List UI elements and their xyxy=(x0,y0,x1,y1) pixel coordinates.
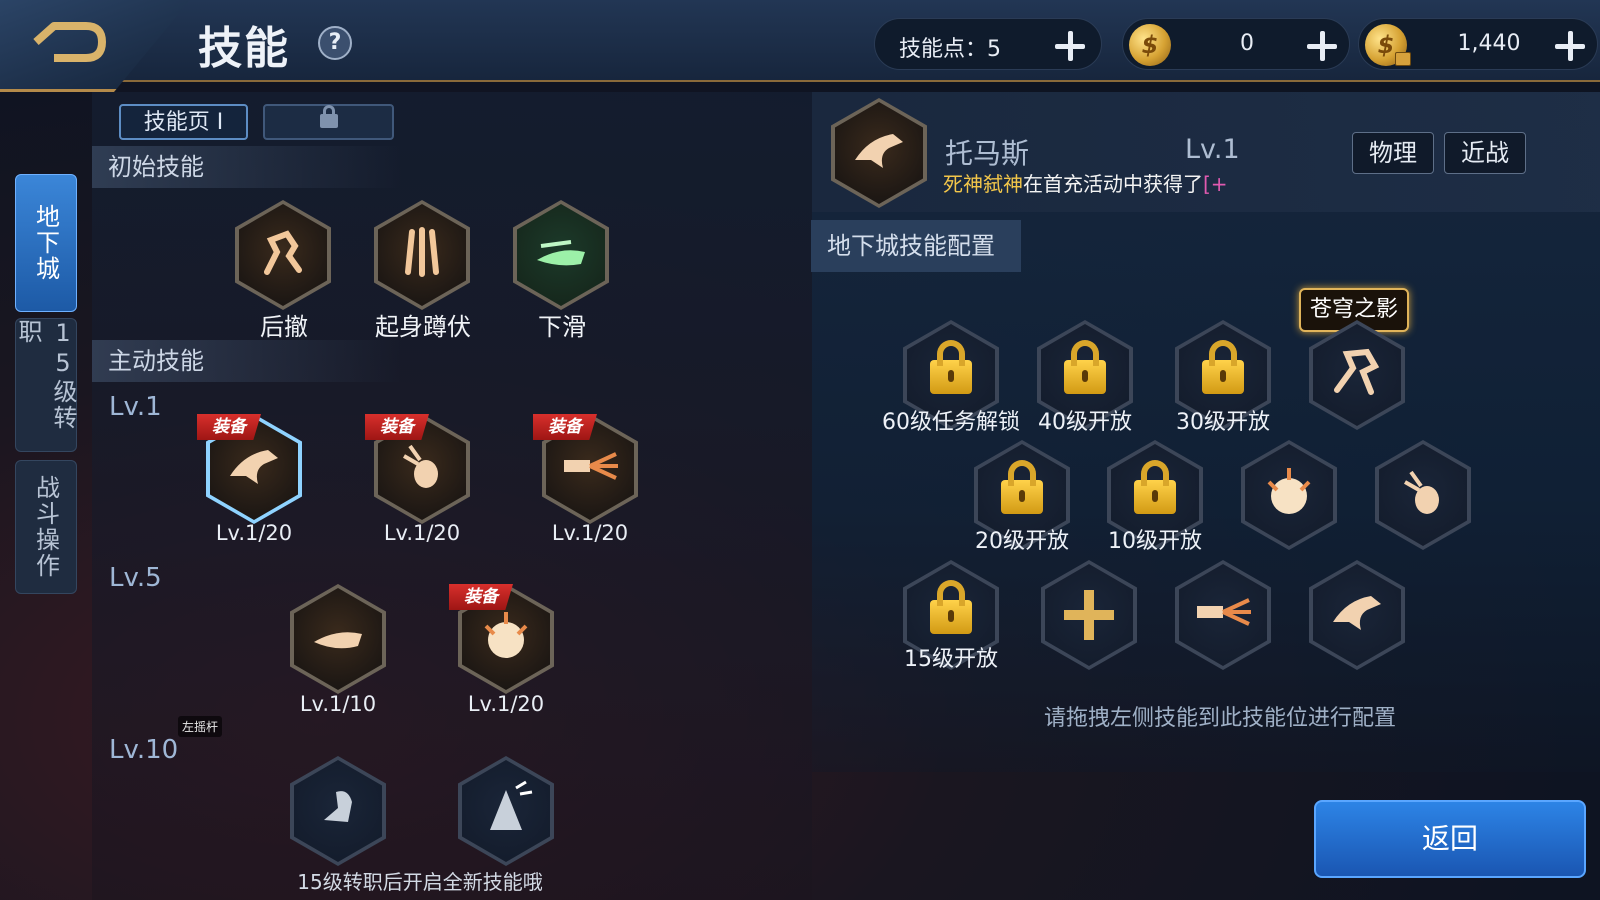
explosion-icon xyxy=(484,612,528,658)
bound-coin-amount: 1,440 xyxy=(1457,31,1521,56)
rush-fire-icon xyxy=(564,452,618,480)
tab-dungeon[interactable]: 地下城 xyxy=(15,174,77,312)
active-skills-header: 主动技能 xyxy=(92,340,402,382)
lock-icon xyxy=(1202,340,1244,394)
coin-box: $ 0 xyxy=(1122,18,1350,70)
equipped-badge: 装备 xyxy=(197,414,261,440)
skill-points-label: 技能点：5 xyxy=(899,37,1001,62)
tab-class-change[interactable]: 15级转职 xyxy=(14,318,77,452)
add-bound-coin-icon[interactable] xyxy=(1555,31,1585,61)
skill-page-tab-locked[interactable] xyxy=(263,104,394,140)
rush-fire-icon xyxy=(1197,598,1251,626)
add-coin-icon[interactable] xyxy=(1307,31,1337,61)
back-arrow-icon xyxy=(33,22,106,62)
notice-item: [+ xyxy=(1203,172,1228,196)
claw-burst-icon xyxy=(490,780,533,830)
left-stick-label: 左摇杆 xyxy=(178,716,223,737)
crouch-icon xyxy=(405,227,439,277)
equipped-badge: 装备 xyxy=(365,414,429,440)
lock-icon xyxy=(930,580,972,634)
return-button[interactable]: 返回 xyxy=(1314,800,1586,878)
level-group-label: Lv.5 xyxy=(109,563,162,593)
class-change-hint: 15级转职后开启全新技能哦 xyxy=(297,870,543,894)
slide-icon xyxy=(537,240,585,266)
skill-name: 下滑 xyxy=(538,313,586,341)
bound-coin-icon: $ xyxy=(1365,24,1411,66)
equipped-badge: 装备 xyxy=(449,584,513,610)
skill-level-text: Lv.1/20 xyxy=(215,521,293,545)
skill-level-text: Lv.1/20 xyxy=(551,521,629,545)
retreat-icon xyxy=(264,230,302,275)
lock-icon xyxy=(1064,340,1106,394)
attr-type-tag: 物理 xyxy=(1352,132,1434,174)
slot-caption: 30级开放 xyxy=(1176,410,1270,435)
skill-name: 后撤 xyxy=(260,313,308,341)
lock-icon xyxy=(930,340,972,394)
lock-icon xyxy=(320,105,338,128)
slide-kick-icon xyxy=(314,632,362,649)
coin-icon: $ xyxy=(1129,24,1171,66)
grenade-icon xyxy=(403,444,438,488)
explosion-icon xyxy=(1267,468,1311,514)
coin-amount: 0 xyxy=(1240,31,1254,56)
skill-level-text: Lv.1/20 xyxy=(383,521,461,545)
level-group-label: Lv.10 xyxy=(109,735,179,765)
add-skill-points-icon[interactable] xyxy=(1055,31,1085,61)
lock-icon xyxy=(1134,460,1176,514)
lock-icon xyxy=(1001,460,1043,514)
eagle-strike-icon xyxy=(855,134,903,168)
fist-icon xyxy=(324,791,352,822)
eagle-strike-icon xyxy=(230,450,278,484)
attr-range-tag: 近战 xyxy=(1444,132,1526,174)
config-hint: 请拖拽左侧技能到此技能位进行配置 xyxy=(1043,706,1396,731)
broadcast-notice: 死神弑神在首充活动中获得了[+ xyxy=(943,168,1228,197)
config-header: 地下城技能配置 xyxy=(811,220,1021,272)
initial-skills-header: 初始技能 xyxy=(92,146,402,188)
equipped-badge: 装备 xyxy=(533,414,597,440)
lock-badge-icon xyxy=(1395,52,1411,66)
tab-combat-controls[interactable]: 战斗操作 xyxy=(15,460,77,594)
skill-level-text: Lv.1/10 xyxy=(299,692,377,716)
skill-points-box: 技能点：5 xyxy=(874,18,1102,70)
shadow-strike-icon xyxy=(1334,348,1380,395)
bound-coin-box: $ 1,440 xyxy=(1358,18,1598,70)
hero-name: 托马斯 xyxy=(945,137,1030,170)
help-icon[interactable]: ? xyxy=(318,26,352,60)
notice-text: 在首充活动中获得了 xyxy=(1023,172,1203,196)
skill-page-tab-1[interactable]: 技能页 I xyxy=(119,104,248,140)
page-title: 技能 xyxy=(198,23,290,74)
hero-level: Lv.1 xyxy=(1185,134,1240,165)
grenade-icon xyxy=(1404,470,1439,514)
eagle-strike-icon xyxy=(1333,596,1381,630)
add-icon xyxy=(1064,590,1114,640)
notice-player: 死神弑神 xyxy=(943,172,1023,196)
skill-level-text: Lv.1/20 xyxy=(467,692,545,716)
slot-caption: 10级开放 xyxy=(1108,529,1202,554)
skill-name: 起身蹲伏 xyxy=(375,313,471,341)
slot-caption: 15级开放 xyxy=(904,647,998,672)
level-group-label: Lv.1 xyxy=(109,392,162,422)
